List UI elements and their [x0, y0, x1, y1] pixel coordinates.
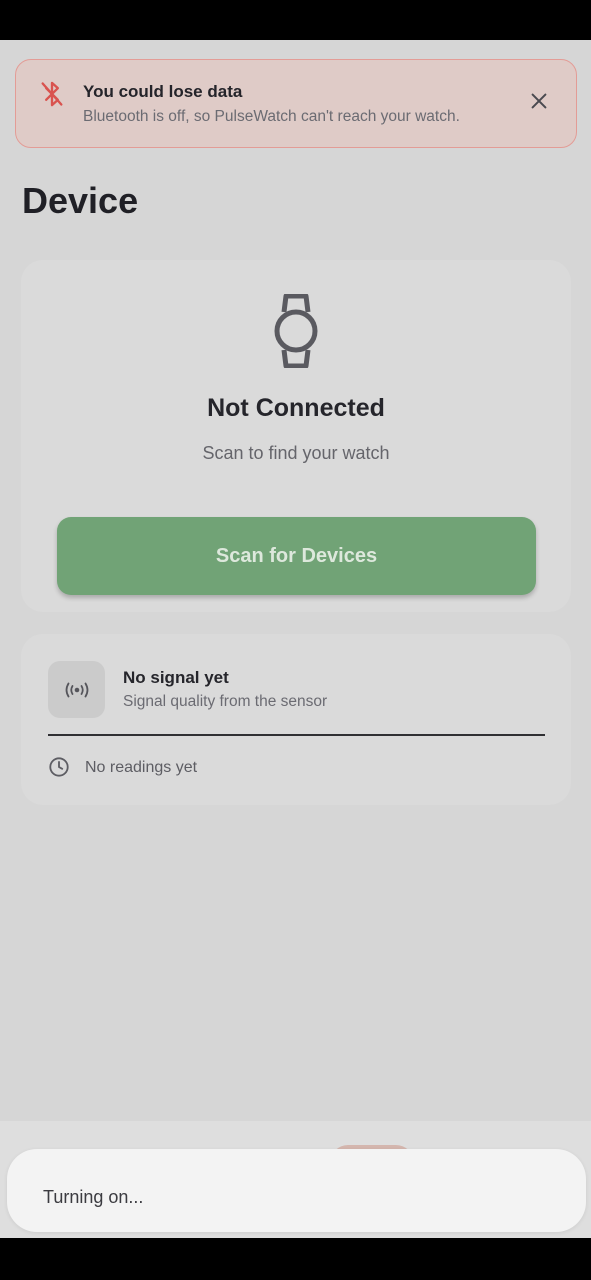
clock-icon	[49, 757, 69, 777]
banner-title: You could lose data	[83, 82, 243, 101]
connection-status: Not Connected	[207, 394, 385, 422]
system-navigation-bar	[0, 1238, 591, 1280]
toast-text: Turning on...	[43, 1187, 144, 1207]
scan-for-devices-button[interactable]: Scan for Devices	[57, 517, 536, 595]
page-title: Device	[22, 180, 139, 221]
signal-subtitle: Signal quality from the sensor	[123, 693, 328, 710]
divider	[48, 734, 545, 736]
app-screen: You could lose data Bluetooth is off, so…	[0, 40, 591, 1238]
device-status-card: Not Connected Scan to find your watch Sc…	[21, 260, 571, 612]
watch-icon	[274, 294, 318, 368]
readings-status: No readings yet	[85, 759, 198, 776]
connection-hint: Scan to find your watch	[202, 443, 390, 463]
banner-message: Bluetooth is off, so PulseWatch can't re…	[83, 108, 460, 125]
close-icon[interactable]	[528, 90, 550, 112]
status-bar	[0, 0, 591, 40]
bluetooth-off-icon	[41, 81, 63, 107]
bluetooth-warning-banner: You could lose data Bluetooth is off, so…	[15, 59, 577, 148]
signal-card: No signal yet Signal quality from the se…	[21, 634, 571, 805]
signal-icon-box	[48, 661, 105, 718]
signal-icon	[65, 682, 88, 697]
signal-title: No signal yet	[123, 668, 229, 687]
toast-message: Turning on...	[7, 1149, 586, 1232]
